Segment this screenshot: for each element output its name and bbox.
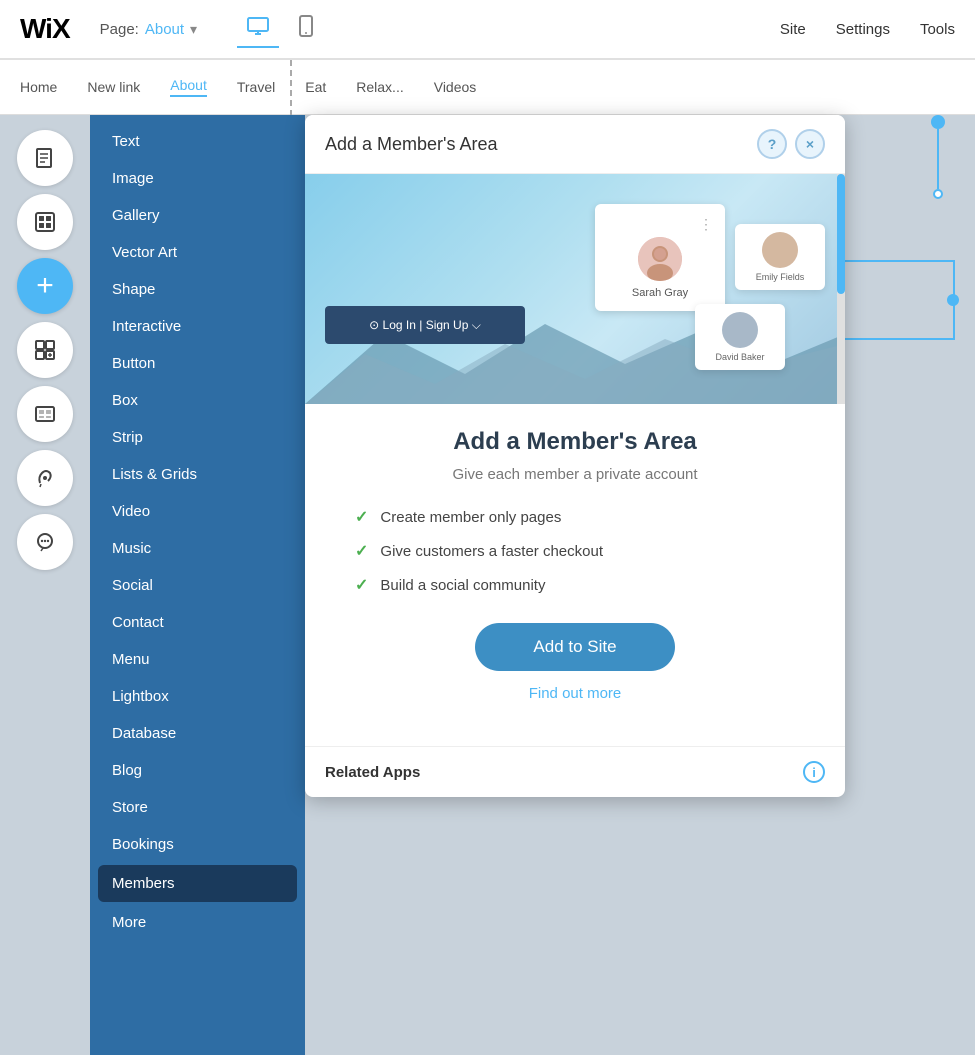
tools-nav-item[interactable]: Tools xyxy=(920,21,955,38)
add-panel-bookings[interactable]: Bookings xyxy=(90,826,305,863)
nav-newlink[interactable]: New link xyxy=(87,79,140,95)
login-text: ⊙ Log In | Sign Up ⌵ xyxy=(369,318,481,333)
top-nav-right: Site Settings Tools xyxy=(780,21,955,38)
preview-sarah-name: Sarah Gray xyxy=(607,287,713,299)
nav-eat[interactable]: Eat xyxy=(305,79,326,95)
add-panel-database[interactable]: Database xyxy=(90,715,305,752)
add-panel-menu[interactable]: Menu xyxy=(90,641,305,678)
sidebar-chat-button[interactable] xyxy=(17,514,73,570)
modal-scrollbar-track[interactable] xyxy=(837,174,845,404)
feature-label-3: Build a social community xyxy=(380,577,545,594)
add-panel-shape[interactable]: Shape xyxy=(90,271,305,308)
nav-travel[interactable]: Travel xyxy=(237,79,275,95)
preview-card-emily: Emily Fields xyxy=(735,224,825,290)
add-panel-gallery[interactable]: Gallery xyxy=(90,197,305,234)
sidebar-elements-button[interactable] xyxy=(17,194,73,250)
info-icon[interactable]: i xyxy=(803,761,825,783)
top-bar: WiX Page: About ▾ Site Settings Tools xyxy=(0,0,975,60)
check-icon-1: ✓ xyxy=(355,507,368,527)
preview-card-david: David Baker xyxy=(695,304,785,370)
modal-content-subtitle: Give each member a private account xyxy=(335,466,815,483)
handle-bottom-dot[interactable] xyxy=(933,189,943,199)
related-apps-label: Related Apps xyxy=(325,764,420,781)
sidebar-appmarket-button[interactable] xyxy=(17,322,73,378)
sidebar-add-button[interactable]: + xyxy=(17,258,73,314)
settings-nav-item[interactable]: Settings xyxy=(836,21,890,38)
selection-handle[interactable] xyxy=(947,294,959,306)
modal-feature-2: ✓ Give customers a faster checkout xyxy=(355,541,795,561)
page-name[interactable]: About xyxy=(145,21,184,38)
three-dots-icon: ⋮ xyxy=(607,216,713,233)
check-icon-3: ✓ xyxy=(355,575,368,595)
add-panel-button[interactable]: Button xyxy=(90,345,305,382)
add-panel-box[interactable]: Box xyxy=(90,382,305,419)
selection-box xyxy=(835,260,955,340)
modal-feature-1: ✓ Create member only pages xyxy=(355,507,795,527)
page-label: Page: xyxy=(100,21,139,38)
wix-logo: WiX xyxy=(20,13,70,45)
related-apps-bar: Related Apps i xyxy=(305,746,845,797)
modal-header: Add a Member's Area ? × xyxy=(305,115,845,174)
sidebar-media-button[interactable] xyxy=(17,386,73,442)
add-to-site-button[interactable]: Add to Site xyxy=(475,623,675,671)
modal-content: Add a Member's Area Give each member a p… xyxy=(305,404,845,746)
add-panel-social[interactable]: Social xyxy=(90,567,305,604)
sidebar-blog-button[interactable] xyxy=(17,450,73,506)
add-panel-contact[interactable]: Contact xyxy=(90,604,305,641)
modal-feature-3: ✓ Build a social community xyxy=(355,575,795,595)
nav-videos[interactable]: Videos xyxy=(434,79,477,95)
preview-avatar-emily xyxy=(762,232,798,268)
device-buttons xyxy=(237,9,323,50)
find-out-more-link[interactable]: Find out more xyxy=(335,685,815,702)
site-nav-item[interactable]: Site xyxy=(780,21,806,38)
modal: Add a Member's Area ? × ⊙ Log In | Sign … xyxy=(305,115,845,797)
add-panel-interactive[interactable]: Interactive xyxy=(90,308,305,345)
add-panel-strip[interactable]: Strip xyxy=(90,419,305,456)
modal-content-title: Add a Member's Area xyxy=(335,428,815,456)
preview-login-bar: ⊙ Log In | Sign Up ⌵ xyxy=(325,306,525,344)
preview-card-sarah: ⋮ Sarah Gray xyxy=(595,204,725,311)
add-panel-lightbox[interactable]: Lightbox xyxy=(90,678,305,715)
handle-line xyxy=(937,129,939,189)
page-selector[interactable]: Page: About ▾ xyxy=(100,21,197,38)
canvas-area: Home New link About Travel Eat Relax... … xyxy=(0,60,975,1055)
nav-home[interactable]: Home xyxy=(20,79,57,95)
add-panel-listsgrids[interactable]: Lists & Grids xyxy=(90,456,305,493)
add-panel-blog[interactable]: Blog xyxy=(90,752,305,789)
modal-title: Add a Member's Area xyxy=(325,134,498,155)
feature-label-2: Give customers a faster checkout xyxy=(380,543,603,560)
left-sidebar: + xyxy=(0,115,90,1055)
preview-avatar-david xyxy=(722,312,758,348)
modal-scrollbar-thumb[interactable] xyxy=(837,174,845,294)
handle-top-dot xyxy=(931,115,945,129)
add-panel-image[interactable]: Image xyxy=(90,160,305,197)
preview-avatar-sarah xyxy=(638,237,682,281)
add-panel: Text Image Gallery Vector Art Shape Inte… xyxy=(90,115,305,1055)
modal-help-button[interactable]: ? xyxy=(757,129,787,159)
desktop-device-button[interactable] xyxy=(237,11,279,48)
add-panel-music[interactable]: Music xyxy=(90,530,305,567)
add-panel-more[interactable]: More xyxy=(90,904,305,941)
preview-david-name: David Baker xyxy=(703,352,777,362)
sidebar-pages-button[interactable] xyxy=(17,130,73,186)
add-panel-text[interactable]: Text xyxy=(90,123,305,160)
add-panel-video[interactable]: Video xyxy=(90,493,305,530)
right-handle xyxy=(931,115,945,199)
modal-features-list: ✓ Create member only pages ✓ Give custom… xyxy=(335,507,815,595)
nav-relax[interactable]: Relax... xyxy=(356,79,403,95)
modal-close-button[interactable]: × xyxy=(795,129,825,159)
modal-actions: ? × xyxy=(757,129,825,159)
preview-emily-name: Emily Fields xyxy=(743,272,817,282)
nav-about[interactable]: About xyxy=(170,77,207,97)
modal-preview: ⊙ Log In | Sign Up ⌵ ⋮ Sarah Gray xyxy=(305,174,845,404)
mobile-device-button[interactable] xyxy=(289,9,323,50)
add-panel-vectorart[interactable]: Vector Art xyxy=(90,234,305,271)
chevron-down-icon[interactable]: ▾ xyxy=(190,21,197,38)
add-panel-members[interactable]: Members xyxy=(98,865,297,902)
feature-label-1: Create member only pages xyxy=(380,509,561,526)
add-panel-store[interactable]: Store xyxy=(90,789,305,826)
check-icon-2: ✓ xyxy=(355,541,368,561)
website-nav: Home New link About Travel Eat Relax... … xyxy=(0,60,975,115)
